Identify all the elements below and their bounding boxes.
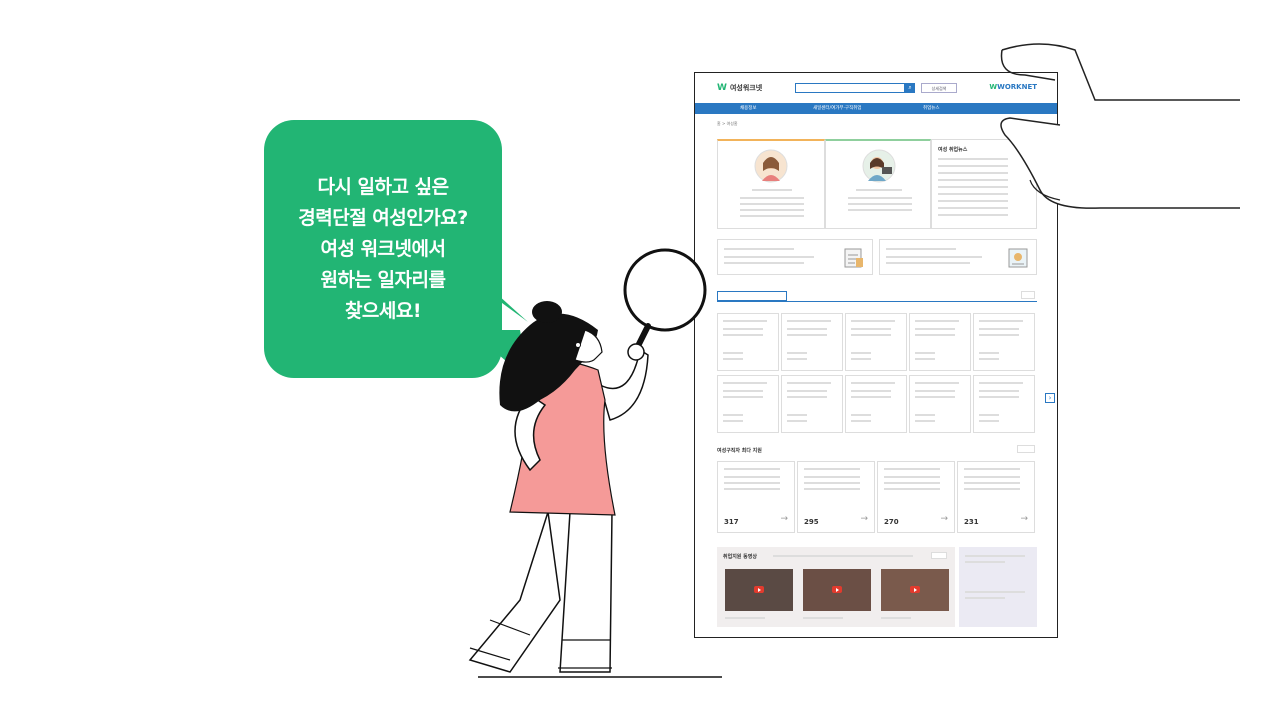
magnifier-icon	[623, 248, 707, 332]
woman-illustration	[468, 248, 722, 678]
